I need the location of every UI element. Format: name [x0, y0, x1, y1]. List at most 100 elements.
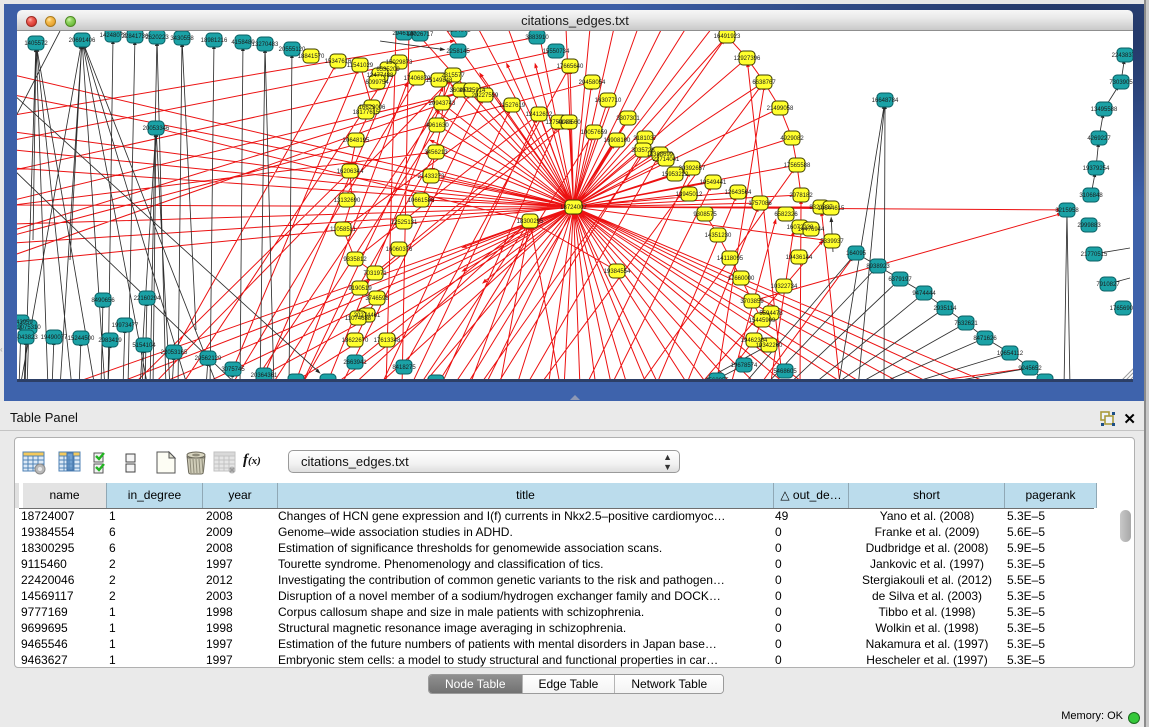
- svg-text:4140560: 4140560: [557, 120, 581, 126]
- svg-text:4961630: 4961630: [425, 123, 449, 129]
- svg-text:11074688: 11074688: [345, 316, 372, 322]
- svg-text:17656906: 17656906: [1110, 306, 1133, 312]
- svg-text:20691406: 20691406: [69, 38, 96, 44]
- svg-text:3106848: 3106848: [1079, 193, 1103, 199]
- svg-text:4929082: 4929082: [780, 136, 804, 142]
- svg-text:9190519: 9190519: [348, 286, 372, 292]
- svg-text:164095: 164095: [846, 251, 867, 257]
- svg-text:11058511: 11058511: [330, 227, 356, 233]
- svg-text:7632621: 7632621: [954, 321, 978, 327]
- svg-text:12477488: 12477488: [367, 73, 394, 79]
- svg-text:15244500: 15244500: [68, 336, 95, 342]
- svg-text:11541029: 11541029: [347, 63, 374, 69]
- svg-text:12412612: 12412612: [526, 112, 553, 118]
- svg-text:17613348: 17613348: [374, 338, 401, 344]
- svg-text:12927396: 12927396: [734, 56, 761, 62]
- svg-text:13495588: 13495588: [1091, 107, 1118, 113]
- svg-text:10644615: 10644615: [818, 206, 845, 212]
- svg-text:12525131: 12525131: [391, 220, 418, 226]
- svg-text:20227559: 20227559: [472, 93, 499, 99]
- svg-text:8418275: 8418275: [392, 365, 416, 371]
- svg-text:16206344: 16206344: [337, 169, 364, 175]
- svg-text:3181037: 3181037: [633, 136, 657, 142]
- svg-text:18177615: 18177615: [353, 110, 380, 116]
- svg-text:16060376: 16060376: [386, 247, 413, 253]
- svg-text:20555120: 20555120: [279, 47, 306, 53]
- svg-text:13132690: 13132690: [334, 198, 361, 204]
- svg-text:1405572: 1405572: [24, 41, 48, 47]
- svg-text:7031971: 7031971: [363, 271, 387, 277]
- svg-text:13945012: 13945012: [676, 192, 703, 198]
- svg-text:18026717: 18026717: [407, 32, 434, 38]
- svg-text:21499058: 21499058: [767, 106, 794, 112]
- svg-text:9308575: 9308575: [693, 212, 717, 218]
- svg-text:14351230: 14351230: [705, 233, 732, 239]
- svg-text:8215958: 8215958: [1055, 208, 1079, 214]
- svg-text:19379254: 19379254: [1083, 166, 1110, 172]
- svg-text:11527619: 11527619: [499, 103, 526, 109]
- svg-text:14476944: 14476944: [798, 227, 825, 233]
- svg-text:16491923: 16491923: [714, 34, 741, 40]
- svg-text:10661588: 10661588: [408, 198, 435, 204]
- svg-text:15445909: 15445909: [749, 318, 776, 324]
- svg-text:20562129: 20562129: [195, 356, 222, 362]
- svg-text:3883910: 3883910: [525, 35, 549, 41]
- svg-text:22160294: 22160294: [134, 296, 161, 302]
- svg-text:18724007: 18724007: [560, 205, 587, 211]
- svg-text:12643564: 12643564: [725, 190, 752, 196]
- svg-text:21770515: 21770515: [1081, 252, 1108, 258]
- svg-text:16307710: 16307710: [595, 98, 622, 104]
- svg-text:2935114: 2935114: [934, 306, 958, 312]
- svg-text:5468605: 5468605: [773, 369, 797, 375]
- svg-text:5339937: 5339937: [820, 239, 844, 245]
- svg-text:9075310: 9075310: [17, 325, 41, 331]
- svg-text:2978182: 2978182: [789, 193, 813, 199]
- svg-text:6379197: 6379197: [888, 277, 912, 283]
- svg-text:3075745: 3075745: [221, 367, 245, 373]
- svg-text:20053346: 20053346: [143, 126, 170, 132]
- svg-text:7910827: 7910827: [1096, 282, 1120, 288]
- svg-text:2983419: 2983419: [98, 338, 122, 344]
- svg-text:18841570: 18841570: [298, 54, 325, 60]
- svg-text:3430558: 3430558: [170, 36, 194, 42]
- svg-text:3746598: 3746598: [365, 296, 389, 302]
- svg-text:14118095: 14118095: [717, 256, 744, 262]
- svg-text:10342260: 10342260: [756, 343, 783, 349]
- svg-text:6099754: 6099754: [365, 80, 389, 86]
- svg-text:9245652: 9245652: [1018, 366, 1042, 372]
- svg-text:2563055: 2563055: [705, 378, 729, 379]
- svg-text:17665640: 17665640: [557, 64, 584, 70]
- svg-text:4043823: 4043823: [17, 335, 38, 341]
- svg-text:18300295: 18300295: [517, 219, 544, 225]
- svg-text:22714041: 22714041: [653, 157, 680, 163]
- svg-text:18622670: 18622670: [342, 338, 369, 344]
- svg-text:2258145: 2258145: [446, 49, 470, 55]
- svg-text:22053165: 22053165: [161, 350, 188, 356]
- svg-text:9335812: 9335812: [343, 257, 367, 263]
- svg-text:10549441: 10549441: [700, 180, 727, 186]
- svg-text:16648784: 16648784: [872, 98, 899, 104]
- svg-text:3307301: 3307301: [616, 116, 640, 122]
- svg-text:15953222: 15953222: [662, 172, 689, 178]
- svg-text:15550734: 15550734: [543, 49, 570, 55]
- svg-text:22438378: 22438378: [1112, 53, 1133, 59]
- svg-text:5154104: 5154104: [132, 343, 156, 349]
- svg-text:8938923: 8938923: [866, 264, 890, 270]
- svg-text:8490656: 8490656: [91, 298, 115, 304]
- svg-text:20943743: 20943743: [429, 101, 456, 107]
- svg-text:1757086: 1757086: [748, 201, 772, 207]
- svg-text:21433273: 21433273: [418, 174, 445, 180]
- svg-text:19490077: 19490077: [41, 335, 68, 341]
- svg-text:19678574: 19678574: [731, 363, 758, 369]
- svg-text:2663941: 2663941: [343, 360, 367, 366]
- svg-text:6638767: 6638767: [752, 80, 776, 86]
- svg-text:15029873: 15029873: [386, 60, 413, 66]
- svg-text:19973477: 19973477: [112, 323, 139, 329]
- svg-text:10654112: 10654112: [997, 351, 1024, 357]
- svg-text:9474444: 9474444: [912, 291, 936, 297]
- svg-text:20364361: 20364361: [251, 373, 278, 379]
- svg-text:19384554: 19384554: [604, 269, 631, 275]
- svg-text:10057659: 10057659: [581, 130, 608, 136]
- svg-text:3703859: 3703859: [740, 299, 764, 305]
- svg-text:4269227: 4269227: [1087, 136, 1111, 142]
